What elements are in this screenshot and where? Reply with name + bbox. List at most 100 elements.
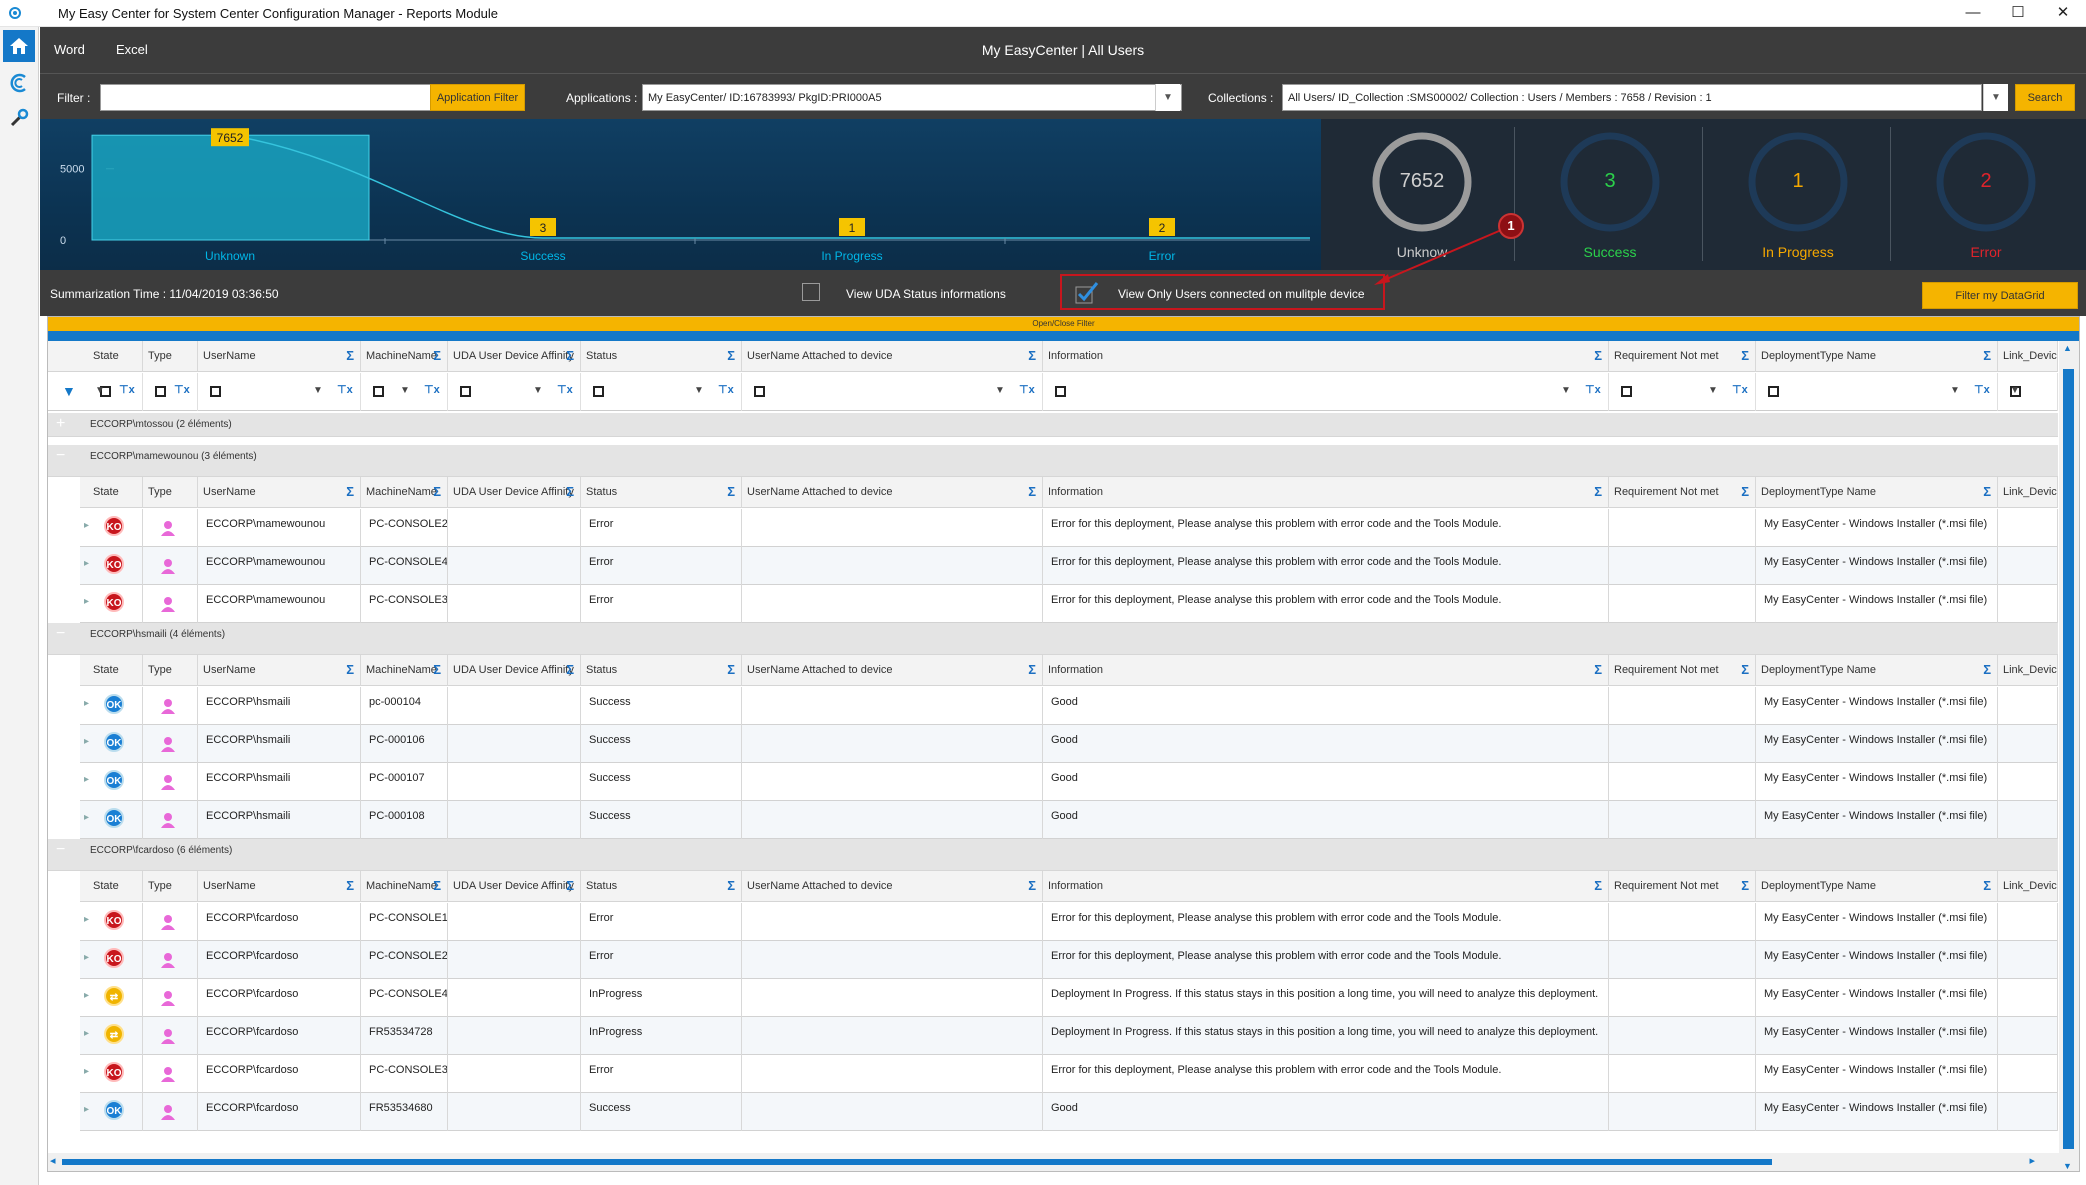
sum-icon[interactable]: Σ — [1741, 341, 1749, 370]
filter-chevron-down-icon[interactable]: ▼ — [1950, 385, 1960, 396]
column-header-uda-user-device-affinity[interactable]: UDA User Device Affinity Σ — [448, 871, 581, 902]
filter-chevron-down-icon[interactable]: ▼ — [95, 385, 105, 396]
table-row[interactable]: ▸ OK ECCORP\hsmaili PC-000107 Success Good My … — [80, 763, 2058, 801]
home-icon[interactable] — [3, 30, 35, 62]
sum-icon[interactable]: Σ — [566, 655, 574, 684]
column-header-type[interactable]: Type — [143, 871, 198, 902]
table-row[interactable]: ▸ OK ECCORP\hsmaili PC-000106 Success Good My … — [80, 725, 2058, 763]
sum-icon[interactable]: Σ — [346, 477, 354, 506]
sum-icon[interactable]: Σ — [566, 477, 574, 506]
filter-checkbox[interactable] — [593, 386, 604, 397]
table-row[interactable]: ▸ OK ECCORP\fcardoso FR53534680 Success Good M… — [80, 1093, 2058, 1131]
filter-chevron-down-icon[interactable]: ▼ — [1561, 385, 1571, 396]
clear-filter-icon[interactable]: ⊤x — [119, 383, 135, 396]
sum-icon[interactable]: Σ — [1983, 477, 1991, 506]
column-header-requirement-not-met[interactable]: Requirement Not met Σ — [1609, 871, 1756, 902]
minimize-button[interactable]: — — [1950, 0, 1996, 27]
sum-icon[interactable]: Σ — [1594, 655, 1602, 684]
sum-icon[interactable]: Σ — [1741, 871, 1749, 900]
filter-checkbox[interactable] — [1768, 386, 1779, 397]
column-header-information[interactable]: Information Σ — [1043, 341, 1609, 372]
column-header-requirement-not-met[interactable]: Requirement Not met Σ — [1609, 655, 1756, 686]
expand-icon[interactable]: − — [56, 447, 65, 465]
application-filter-button[interactable]: Application Filter — [430, 84, 525, 111]
column-header-status[interactable]: Status Σ — [581, 341, 742, 372]
column-header-type[interactable]: Type — [143, 655, 198, 686]
uda-status-checkbox[interactable] — [802, 283, 820, 301]
sum-icon[interactable]: Σ — [1028, 341, 1036, 370]
column-header-requirement-not-met[interactable]: Requirement Not met Σ — [1609, 477, 1756, 508]
sum-icon[interactable]: Σ — [1983, 341, 1991, 370]
filter-chevron-down-icon[interactable]: ▼ — [2010, 385, 2020, 396]
clear-filter-icon[interactable]: ⊤x — [337, 383, 353, 396]
clear-filter-icon[interactable]: ⊤x — [1019, 383, 1035, 396]
sum-icon[interactable]: Σ — [433, 871, 441, 900]
column-header-deploymenttype-name[interactable]: DeploymentType Name Σ — [1756, 655, 1998, 686]
table-row[interactable]: ▸ ⇄ ECCORP\fcardoso PC-CONSOLE4 InProgress De… — [80, 979, 2058, 1017]
sum-icon[interactable]: Σ — [1028, 871, 1036, 900]
column-header-uda-user-device-affinity[interactable]: UDA User Device Affinity Σ — [448, 477, 581, 508]
sum-icon[interactable]: Σ — [1594, 477, 1602, 506]
filter-checkbox[interactable] — [155, 386, 166, 397]
close-button[interactable]: ✕ — [2040, 0, 2086, 27]
multi-device-checkbox[interactable] — [1075, 282, 1099, 304]
applications-chevron-down-icon[interactable]: ▼ — [1155, 84, 1180, 111]
filter-checkbox[interactable] — [1055, 386, 1066, 397]
clear-filter-icon[interactable]: ⊤x — [174, 383, 190, 396]
table-row[interactable]: ▸ KO ECCORP\mamewounou PC-CONSOLE3 Error Erro… — [80, 585, 2058, 623]
table-row[interactable]: ▸ KO ECCORP\fcardoso PC-CONSOLE3 Error Error … — [80, 1055, 2058, 1093]
filter-chevron-down-icon[interactable]: ▼ — [694, 385, 704, 396]
column-header-state[interactable]: State — [88, 871, 143, 902]
easycenter-icon[interactable] — [3, 67, 35, 99]
sum-icon[interactable]: Σ — [433, 655, 441, 684]
filter-chevron-down-icon[interactable]: ▼ — [1708, 385, 1718, 396]
table-row[interactable]: ▸ KO ECCORP\mamewounou PC-CONSOLE2 Error Erro… — [80, 509, 2058, 547]
column-header-status[interactable]: Status Σ — [581, 871, 742, 902]
group-row[interactable]: − ECCORP\mamewounou (3 éléments) — [48, 445, 2058, 477]
expand-icon[interactable]: + — [56, 415, 65, 433]
column-header-username-attached-to-device[interactable]: UserName Attached to device Σ — [742, 871, 1043, 902]
column-header-information[interactable]: Information Σ — [1043, 871, 1609, 902]
expand-icon[interactable]: − — [56, 625, 65, 643]
column-header-username-attached-to-device[interactable]: UserName Attached to device Σ — [742, 341, 1043, 372]
column-header-username[interactable]: UserName Σ — [198, 341, 361, 372]
column-header-username[interactable]: UserName Σ — [198, 655, 361, 686]
sum-icon[interactable]: Σ — [727, 871, 735, 900]
column-header-uda-user-device-affinity[interactable]: UDA User Device Affinity Σ — [448, 655, 581, 686]
column-header-type[interactable]: Type — [143, 477, 198, 508]
sum-icon[interactable]: Σ — [1741, 655, 1749, 684]
column-header-state[interactable]: State — [88, 341, 143, 372]
group-row[interactable]: − ECCORP\fcardoso (6 éléments) — [48, 839, 2058, 871]
filter-chevron-down-icon[interactable]: ▼ — [400, 385, 410, 396]
column-header-deploymenttype-name[interactable]: DeploymentType Name Σ — [1756, 341, 1998, 372]
sum-icon[interactable]: Σ — [433, 477, 441, 506]
filter-chevron-down-icon[interactable]: ▼ — [533, 385, 543, 396]
collections-select[interactable]: All Users/ ID_Collection :SMS00002/ Coll… — [1282, 84, 1982, 111]
sum-icon[interactable]: Σ — [1983, 871, 1991, 900]
tools-icon[interactable] — [3, 102, 35, 134]
sum-icon[interactable]: Σ — [346, 871, 354, 900]
column-header-link-deviceuser[interactable]: Link_DeviceUser — [1998, 871, 2058, 902]
column-header-link-deviceuser[interactable]: Link_DeviceUser — [1998, 477, 2058, 508]
clear-filter-icon[interactable]: ⊤x — [1585, 383, 1601, 396]
column-header-deploymenttype-name[interactable]: DeploymentType Name Σ — [1756, 477, 1998, 508]
sum-icon[interactable]: Σ — [1983, 655, 1991, 684]
column-header-status[interactable]: Status Σ — [581, 655, 742, 686]
filter-checkbox[interactable] — [460, 386, 471, 397]
maximize-button[interactable]: ☐ — [1995, 0, 2041, 27]
expand-icon[interactable]: − — [56, 841, 65, 859]
sum-icon[interactable]: Σ — [566, 871, 574, 900]
sum-icon[interactable]: Σ — [1594, 341, 1602, 370]
open-close-filter[interactable]: Open/Close Filter — [48, 317, 2079, 331]
column-header-username[interactable]: UserName Σ — [198, 477, 361, 508]
column-header-information[interactable]: Information Σ — [1043, 477, 1609, 508]
filter-checkbox[interactable] — [754, 386, 765, 397]
table-row[interactable]: ▸ KO ECCORP\fcardoso PC-CONSOLE2 Error Error … — [80, 941, 2058, 979]
column-header-type[interactable]: Type — [143, 341, 198, 372]
sum-icon[interactable]: Σ — [433, 341, 441, 370]
sum-icon[interactable]: Σ — [1741, 477, 1749, 506]
column-header-uda-user-device-affinity[interactable]: UDA User Device Affinity Σ — [448, 341, 581, 372]
sum-icon[interactable]: Σ — [1028, 655, 1036, 684]
column-header-information[interactable]: Information Σ — [1043, 655, 1609, 686]
sum-icon[interactable]: Σ — [727, 477, 735, 506]
